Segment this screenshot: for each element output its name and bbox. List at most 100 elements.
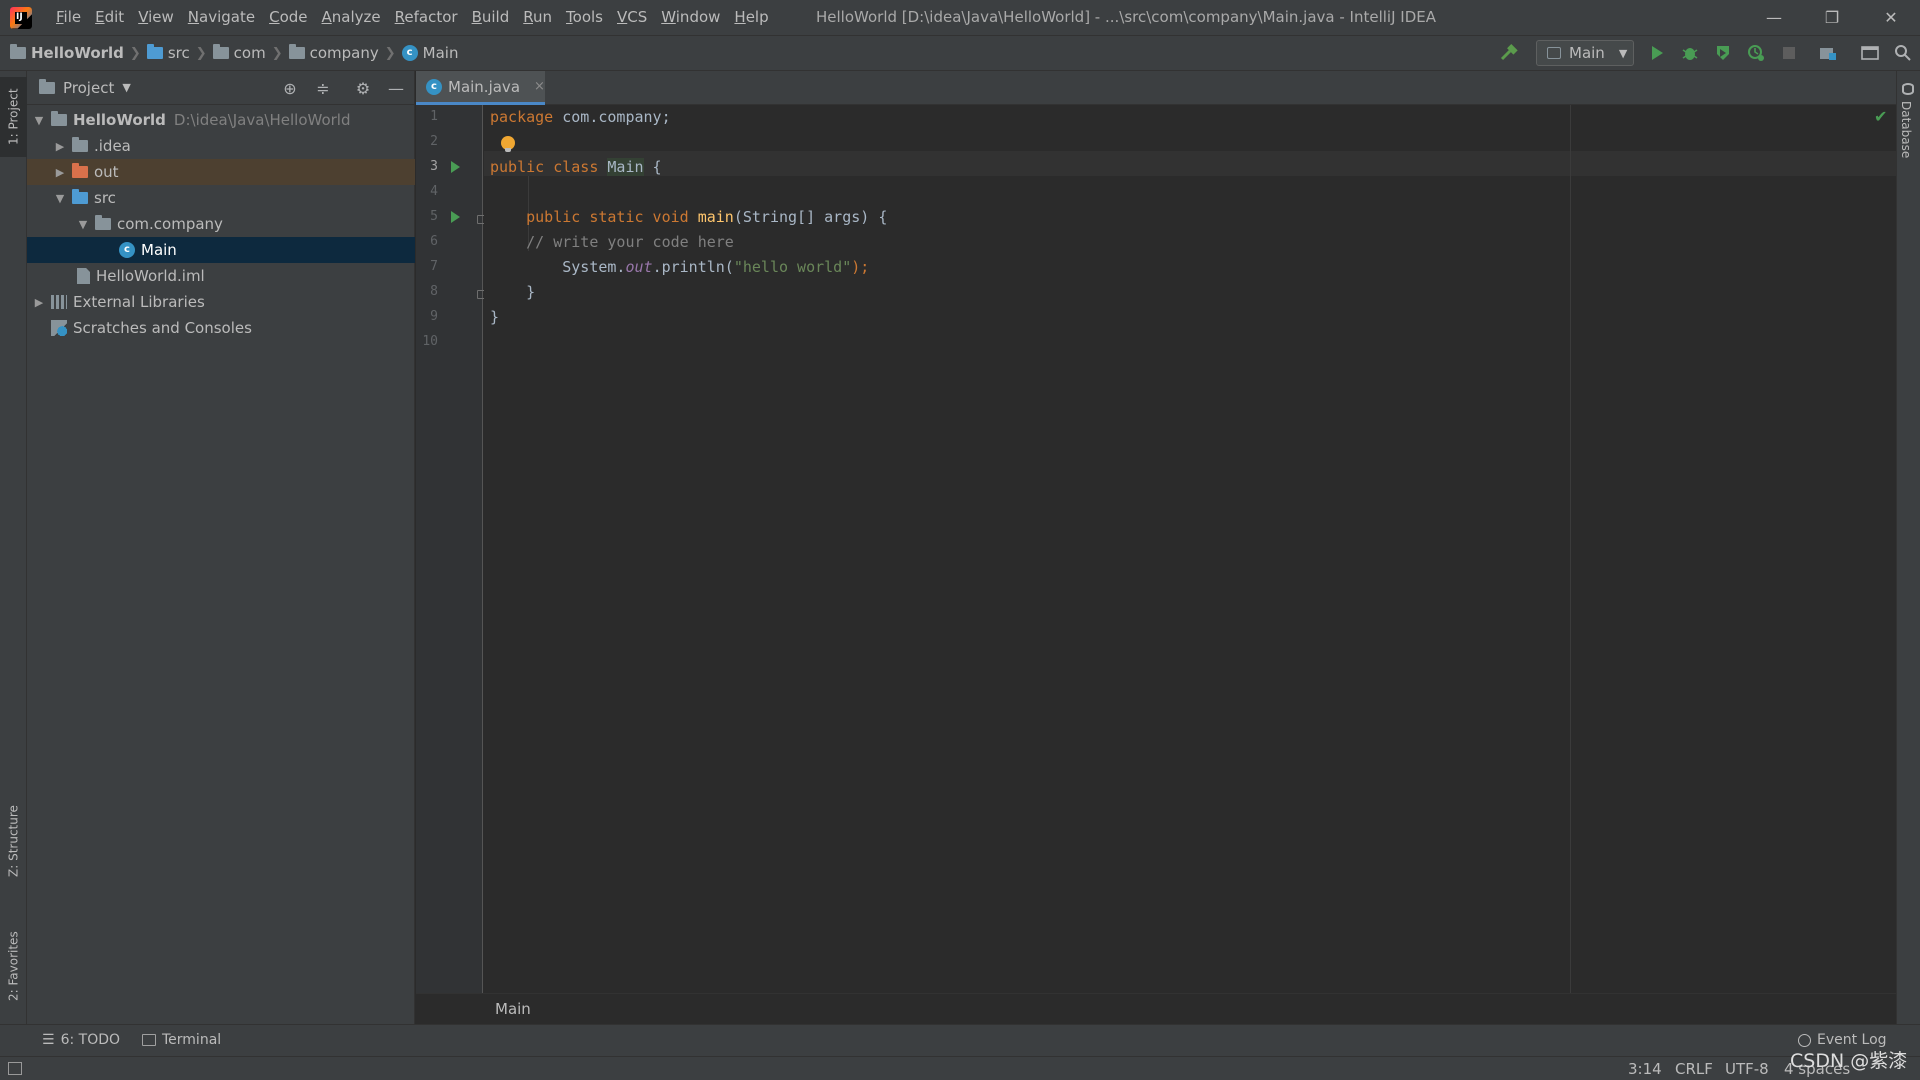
file-encoding[interactable]: UTF-8 — [1725, 1060, 1769, 1078]
database-icon — [1902, 83, 1914, 95]
run-with-coverage-icon[interactable] — [1712, 42, 1734, 64]
code-line-7: System.out.println("hello world"); — [490, 258, 870, 276]
menu-navigate[interactable]: Navigate — [181, 0, 262, 35]
terminal-tool-tab[interactable]: Terminal — [142, 1032, 221, 1048]
tree-item-helloworld-iml[interactable]: HelloWorld.iml — [27, 263, 415, 289]
breadcrumb-src[interactable]: src — [146, 44, 190, 62]
locate-target-icon[interactable]: ⊕ — [280, 78, 300, 98]
minimize-button[interactable]: — — [1745, 0, 1803, 35]
tree-item-idea[interactable]: ▶ .idea — [27, 133, 415, 159]
navigation-bar: HelloWorld ❯ src ❯ com ❯ company ❯ c Mai… — [0, 35, 1920, 71]
intellij-logo-icon[interactable]: IJ — [10, 6, 32, 29]
line-number: 3 — [430, 159, 438, 174]
close-window-button[interactable]: ✕ — [1862, 0, 1920, 35]
line-number: 6 — [430, 234, 438, 249]
search-everywhere-icon[interactable] — [1892, 42, 1914, 64]
project-tool-tab[interactable]: 1: Project — [0, 77, 27, 157]
todo-tool-tab[interactable]: ☰ 6: TODO — [42, 1032, 120, 1048]
gear-icon[interactable]: ⚙ — [353, 78, 373, 98]
expand-arrow-icon[interactable]: ▼ — [52, 192, 68, 205]
breadcrumb-label: src — [167, 44, 190, 62]
project-view-selector[interactable]: Project — [63, 79, 114, 97]
project-folder-icon — [51, 111, 67, 126]
menu-analyze[interactable]: Analyze — [315, 0, 388, 35]
right-margin-guide — [1570, 105, 1571, 993]
expand-arrow-icon[interactable]: ▼ — [31, 114, 47, 127]
todo-label: 6: TODO — [60, 1032, 121, 1048]
expand-arrow-icon[interactable]: ▼ — [75, 218, 91, 231]
intention-bulb-icon[interactable] — [501, 136, 515, 152]
debug-bug-icon[interactable] — [1679, 42, 1701, 64]
tree-item-main[interactable]: c Main — [27, 237, 415, 263]
tree-item-scratches[interactable]: Scratches and Consoles — [27, 315, 415, 341]
scratches-icon — [51, 320, 67, 336]
stop-icon[interactable] — [1778, 42, 1800, 64]
caret-position[interactable]: 3:14 — [1628, 1060, 1662, 1078]
favorites-tool-tab[interactable]: 2: Favorites — [0, 916, 27, 1016]
editor-breadcrumb-main[interactable]: Main — [495, 1000, 531, 1018]
package-icon — [288, 44, 305, 59]
menu-window[interactable]: Window — [654, 0, 727, 35]
tree-item-src[interactable]: ▼ src — [27, 185, 415, 211]
libraries-icon — [51, 295, 67, 309]
line-number: 1 — [430, 109, 438, 124]
breadcrumb-main[interactable]: c Main — [401, 44, 459, 62]
menu-run[interactable]: Run — [516, 0, 559, 35]
collapse-all-icon[interactable]: ≑ — [313, 78, 333, 98]
breadcrumb-com[interactable]: com — [212, 44, 266, 62]
expand-arrow-icon[interactable]: ▶ — [52, 140, 68, 153]
menu-build[interactable]: Build — [465, 0, 517, 35]
structure-tool-tab[interactable]: Z: Structure — [0, 791, 27, 891]
menu-view[interactable]: View — [131, 0, 181, 35]
code-line-5: public static void main(String[] args) { — [490, 208, 888, 226]
tree-item-com-company[interactable]: ▼ com.company — [27, 211, 415, 237]
breadcrumb-project[interactable]: HelloWorld — [10, 44, 124, 62]
menu-vcs[interactable]: VCS — [610, 0, 654, 35]
menu-file[interactable]: File — [49, 0, 88, 35]
profile-icon[interactable] — [1745, 42, 1767, 64]
presentation-mode-icon[interactable] — [1859, 42, 1881, 64]
line-number: 7 — [430, 259, 438, 274]
restore-button[interactable]: ❐ — [1803, 0, 1861, 35]
run-icon[interactable] — [1646, 42, 1668, 64]
breadcrumb-company[interactable]: company — [288, 44, 379, 62]
tree-item-helloworld[interactable]: ▼ HelloWorld D:\idea\Java\HelloWorld — [27, 107, 415, 133]
menu-refactor[interactable]: Refactor — [388, 0, 465, 35]
tree-item-label: src — [94, 189, 116, 207]
line-number: 8 — [430, 284, 438, 299]
code-editor[interactable]: package com.company; public class Main {… — [484, 105, 1896, 993]
build-hammer-icon[interactable] — [1498, 42, 1520, 64]
menu-code[interactable]: Code — [262, 0, 314, 35]
tree-item-label: External Libraries — [73, 293, 205, 311]
tab-main-java[interactable]: c Main.java × — [416, 71, 545, 105]
folder-icon — [72, 137, 88, 152]
expand-arrow-icon[interactable]: ▶ — [31, 296, 47, 309]
editor-tab-bar: c Main.java × — [416, 71, 1896, 105]
menu-tools[interactable]: Tools — [559, 0, 610, 35]
run-class-gutter-icon[interactable] — [451, 161, 460, 173]
no-problems-check-icon[interactable]: ✔ — [1874, 107, 1887, 126]
tool-windows-toggle-icon[interactable] — [8, 1062, 22, 1075]
run-configuration-label: Main — [1569, 44, 1605, 62]
package-icon — [212, 44, 229, 59]
chevron-right-icon: ❯ — [384, 45, 396, 61]
tree-item-external-libraries[interactable]: ▶ External Libraries — [27, 289, 415, 315]
run-main-gutter-icon[interactable] — [451, 211, 460, 223]
right-tool-strip: Database — [1896, 71, 1920, 1024]
project-structure-icon[interactable] — [1817, 42, 1839, 64]
chevron-right-icon: ❯ — [195, 45, 207, 61]
breadcrumb-label: Main — [422, 44, 459, 62]
database-tool-tab[interactable]: Database — [1899, 101, 1913, 158]
chevron-down-icon[interactable]: ▼ — [122, 81, 130, 94]
run-configuration-dropdown[interactable]: Main ▼ — [1536, 40, 1634, 66]
hide-panel-icon[interactable]: — — [386, 78, 406, 98]
menu-edit[interactable]: Edit — [88, 0, 131, 35]
line-number: 9 — [430, 309, 438, 324]
line-separator[interactable]: CRLF — [1675, 1060, 1713, 1078]
menu-help[interactable]: Help — [727, 0, 775, 35]
code-line-3: public class Main { — [490, 158, 662, 176]
excluded-folder-icon — [72, 163, 88, 178]
expand-arrow-icon[interactable]: ▶ — [52, 166, 68, 179]
close-tab-icon[interactable]: × — [534, 79, 545, 94]
tree-item-out[interactable]: ▶ out — [27, 159, 415, 185]
